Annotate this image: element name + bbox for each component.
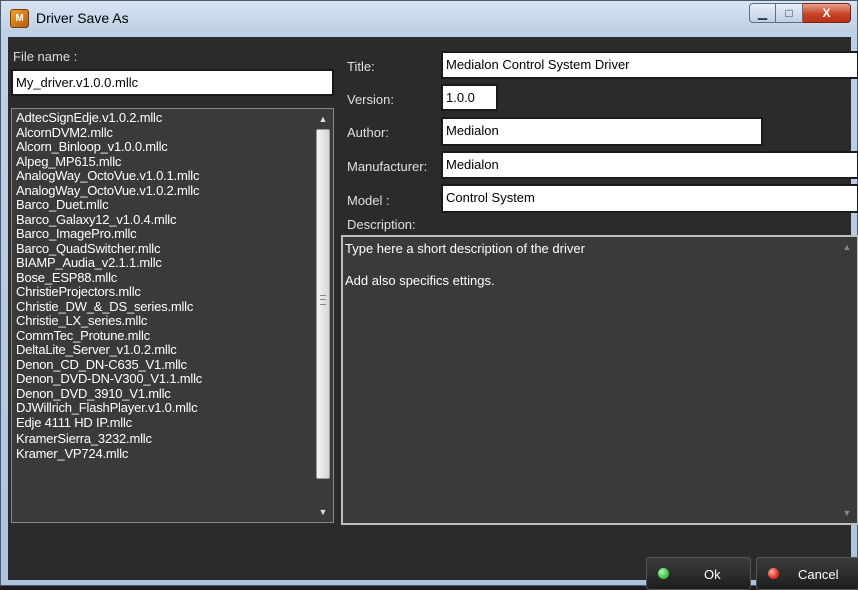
manufacturer-input[interactable]: Medialon bbox=[441, 151, 858, 179]
file-list-item[interactable]: Bose_ESP88.mllc bbox=[16, 270, 312, 286]
file-list-item[interactable]: CommTec_Protune.mllc bbox=[16, 328, 312, 344]
file-name-label: File name : bbox=[13, 49, 78, 64]
description-textarea[interactable]: Type here a short description of the dri… bbox=[341, 235, 858, 525]
file-list-item[interactable]: Kramer_VP724.mllc bbox=[16, 446, 312, 462]
model-input[interactable]: Control System bbox=[441, 184, 858, 213]
title-input[interactable]: Medialon Control System Driver bbox=[441, 51, 858, 79]
version-label: Version: bbox=[347, 92, 394, 107]
file-list-item[interactable]: DJWillrich_FlashPlayer.v1.0.mllc bbox=[16, 400, 312, 416]
close-button[interactable]: X bbox=[803, 3, 851, 23]
file-list-item[interactable]: ChristieProjectors.mllc bbox=[16, 284, 312, 300]
file-list-item[interactable]: Barco_Galaxy12_v1.0.4.mllc bbox=[16, 212, 312, 228]
file-list-item[interactable]: Alcorn_Binloop_v1.0.0.mllc bbox=[16, 139, 312, 155]
scroll-down-arrow-icon[interactable]: ▼ bbox=[838, 504, 856, 522]
model-label: Model : bbox=[347, 193, 390, 208]
file-list-item[interactable]: AdtecSignEdje.v1.0.2.mllc bbox=[16, 110, 312, 126]
grip-icon bbox=[320, 295, 326, 305]
maximize-button[interactable]: □ bbox=[776, 3, 803, 23]
file-list-item[interactable]: KramerSierra_3232.mllc bbox=[16, 431, 312, 447]
file-list-item[interactable]: Barco_QuadSwitcher.mllc bbox=[16, 241, 312, 257]
manufacturer-label: Manufacturer: bbox=[347, 159, 428, 174]
file-list-item[interactable]: Denon_DVD_3910_V1.mllc bbox=[16, 386, 312, 402]
file-list-item[interactable]: Christie_LX_series.mllc bbox=[16, 313, 312, 329]
file-list-items: AdtecSignEdje.v1.0.2.mllc AlcornDVM2.mllc… bbox=[16, 110, 312, 462]
ok-button[interactable]: Ok bbox=[646, 557, 751, 590]
description-scrollbar[interactable]: ▲ ▼ bbox=[838, 238, 856, 522]
cancel-button-label: Cancel bbox=[798, 567, 839, 582]
file-list[interactable]: AdtecSignEdje.v1.0.2.mllc AlcornDVM2.mllc… bbox=[11, 108, 334, 523]
file-list-item[interactable]: Barco_ImagePro.mllc bbox=[16, 226, 312, 242]
description-line-1: Type here a short description of the dri… bbox=[345, 241, 585, 256]
file-list-item[interactable]: AnalogWay_OctoVue.v1.0.2.mllc bbox=[16, 183, 312, 199]
ok-button-label: Ok bbox=[704, 567, 721, 582]
scroll-up-arrow-icon[interactable]: ▲ bbox=[314, 110, 332, 128]
file-name-input[interactable]: My_driver.v1.0.0.mllc bbox=[11, 69, 334, 96]
driver-save-as-window: M Driver Save As ▁ □ X File name : My_dr… bbox=[0, 0, 858, 590]
file-list-item[interactable]: AnalogWay_OctoVue.v1.0.1.mllc bbox=[16, 168, 312, 184]
scroll-up-arrow-icon[interactable]: ▲ bbox=[838, 238, 856, 256]
file-list-item[interactable]: Edje 4111 HD IP.mllc bbox=[16, 415, 312, 431]
description-line-2: Add also specifics ettings. bbox=[345, 273, 495, 288]
file-list-item[interactable]: Alpeg_MP615.mllc bbox=[16, 154, 312, 170]
red-dot-icon bbox=[768, 568, 779, 579]
file-list-item[interactable]: Christie_DW_&_DS_series.mllc bbox=[16, 299, 312, 315]
file-list-item[interactable]: Barco_Duet.mllc bbox=[16, 197, 312, 213]
file-list-scrollbar[interactable]: ▲ ▼ bbox=[314, 110, 332, 521]
minimize-button[interactable]: ▁ bbox=[749, 3, 776, 23]
scroll-thumb[interactable] bbox=[316, 129, 330, 479]
file-list-item[interactable]: Denon_DVD-DN-V300_V1.1.mllc bbox=[16, 371, 312, 387]
dialog-client: File name : My_driver.v1.0.0.mllc AdtecS… bbox=[8, 37, 858, 590]
version-input[interactable]: 1.0.0 bbox=[441, 84, 498, 111]
title-label: Title: bbox=[347, 59, 375, 74]
description-text: Type here a short description of the dri… bbox=[345, 241, 585, 289]
file-list-item[interactable]: DeltaLite_Server_v1.0.2.mllc bbox=[16, 342, 312, 358]
green-dot-icon bbox=[658, 568, 669, 579]
author-input[interactable]: Medialon bbox=[441, 117, 763, 146]
window-title: Driver Save As bbox=[36, 10, 129, 26]
author-label: Author: bbox=[347, 125, 389, 140]
description-label: Description: bbox=[347, 217, 416, 232]
file-list-item[interactable]: AlcornDVM2.mllc bbox=[16, 125, 312, 141]
app-icon: M bbox=[10, 9, 29, 28]
title-bar[interactable]: M Driver Save As ▁ □ X bbox=[1, 1, 857, 37]
scroll-down-arrow-icon[interactable]: ▼ bbox=[314, 503, 332, 521]
file-list-item[interactable]: BIAMP_Audia_v2.1.1.mllc bbox=[16, 255, 312, 271]
window-controls: ▁ □ X bbox=[749, 3, 851, 25]
cancel-button[interactable]: Cancel bbox=[756, 557, 858, 590]
file-list-item[interactable]: Denon_CD_DN-C635_V1.mllc bbox=[16, 357, 312, 373]
